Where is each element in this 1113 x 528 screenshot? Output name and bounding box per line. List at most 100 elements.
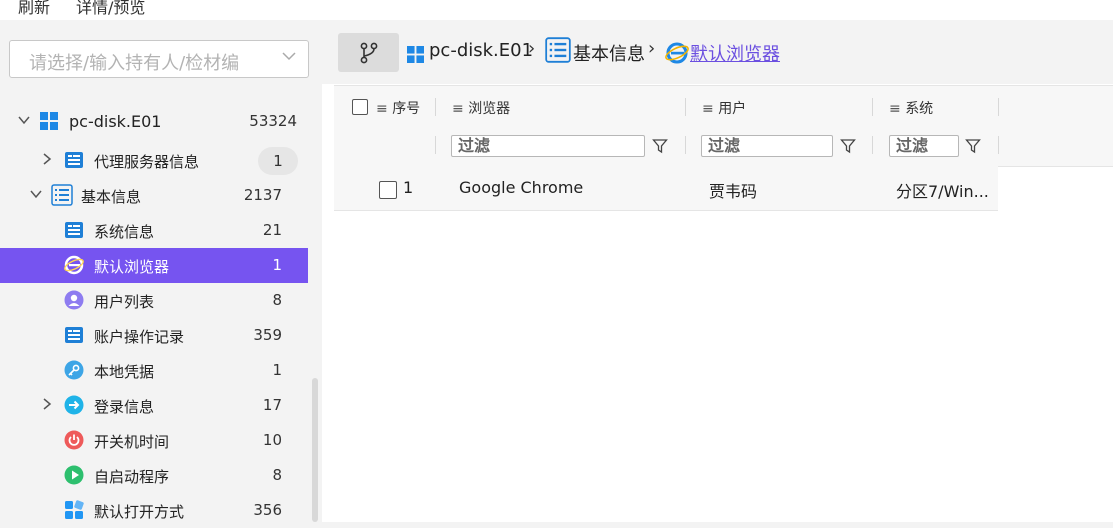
user-icon <box>64 290 84 310</box>
column-divider <box>435 136 436 154</box>
column-header-system[interactable]: ≡ 系统 <box>889 98 933 118</box>
column-header-index[interactable]: ≡ 序号 <box>376 98 420 118</box>
tree-item-label: 自启动程序 <box>94 468 170 486</box>
tree-item-label: 开关机时间 <box>94 433 170 451</box>
tree-item-label: 系统信息 <box>94 223 155 241</box>
tree-item-count: 356 <box>253 501 282 519</box>
column-divider <box>872 136 873 154</box>
play-icon <box>64 465 84 485</box>
breadcrumb-disk[interactable]: pc-disk.E01 <box>429 40 533 61</box>
tree-item-default-open[interactable]: 默认打开方式 356 <box>0 493 308 528</box>
tree-item-proxy-server[interactable]: 代理服务器信息 1 <box>0 143 308 178</box>
column-header-browser[interactable]: ≡ 浏览器 <box>452 98 510 118</box>
column-divider[interactable] <box>998 98 999 116</box>
column-divider <box>685 136 686 154</box>
top-menu-bar: 刷新 详情/预览 <box>0 0 1113 20</box>
owner-search-select[interactable]: 请选择/输入持有人/检材编 <box>9 40 309 78</box>
cell-browser: Google Chrome <box>459 178 584 197</box>
tree-item-count: 8 <box>272 466 282 484</box>
tree-item-local-credentials[interactable]: 本地凭据 1 <box>0 353 308 388</box>
apps-grid-icon <box>65 500 84 519</box>
system-filter-input[interactable]: 过滤 <box>889 135 959 157</box>
tree-item-count: 8 <box>272 291 282 309</box>
list-card-icon <box>65 222 83 238</box>
refresh-menu-item[interactable]: 刷新 <box>18 0 50 18</box>
filter-funnel-icon[interactable] <box>965 138 981 154</box>
list-card-icon <box>65 152 83 168</box>
list-icon <box>51 184 73 206</box>
list-icon <box>545 37 571 63</box>
tree-item-label: 代理服务器信息 <box>94 153 200 171</box>
data-grid: ≡ 序号 ≡ 浏览器 ≡ 用户 ≡ 系统 过滤 过滤 过滤 1 Google C… <box>334 85 1113 522</box>
select-all-checkbox[interactable] <box>352 99 368 115</box>
cell-system: 分区7/Win... <box>896 182 989 201</box>
tree-item-user-list[interactable]: 用户列表 8 <box>0 283 308 318</box>
column-divider[interactable] <box>435 98 436 116</box>
column-user-label: 用户 <box>718 101 747 117</box>
tree-item-basic-info[interactable]: 基本信息 2137 <box>0 178 308 213</box>
breadcrumb-current[interactable]: 默认浏览器 <box>690 40 780 66</box>
filter-funnel-icon[interactable] <box>840 138 856 154</box>
column-divider[interactable] <box>872 98 873 116</box>
tree-item-count: 359 <box>253 326 282 344</box>
tree-item-label: 默认浏览器 <box>94 258 170 276</box>
tree-item-count: 17 <box>262 396 282 414</box>
tree-root-count: 53324 <box>249 112 297 130</box>
column-system-label: 系统 <box>905 101 934 117</box>
column-header-user[interactable]: ≡ 用户 <box>702 98 746 118</box>
login-arrow-icon <box>64 395 84 415</box>
power-icon <box>64 430 84 450</box>
column-browser-label: 浏览器 <box>468 101 511 117</box>
table-row[interactable]: 1 Google Chrome 贾韦码 分区7/Win... <box>334 166 998 211</box>
chevron-down-icon[interactable] <box>282 51 296 61</box>
tree-item-label: 账户操作记录 <box>94 328 185 346</box>
user-filter-input[interactable]: 过滤 <box>701 135 833 157</box>
tree-item-count: 1 <box>272 361 282 379</box>
windows-icon <box>40 112 58 130</box>
list-card-icon <box>65 327 83 343</box>
breadcrumb-separator: › <box>528 38 536 59</box>
tree-item-label: 本地凭据 <box>94 363 155 381</box>
breadcrumb-separator: › <box>648 38 656 59</box>
ie-browser-icon <box>665 42 689 64</box>
tree-item-system-info[interactable]: 系统信息 21 <box>0 213 308 248</box>
tree-item-autostart[interactable]: 自启动程序 8 <box>0 458 308 493</box>
column-divider <box>998 136 999 154</box>
browser-filter-input[interactable]: 过滤 <box>451 135 645 157</box>
chevron-down-icon[interactable] <box>30 188 42 200</box>
column-divider[interactable] <box>685 98 686 116</box>
tree-item-count: 10 <box>262 431 282 449</box>
tree-item-count-badge: 1 <box>258 147 298 175</box>
tree-item-label: 基本信息 <box>81 188 142 206</box>
tree-item-default-browser[interactable]: 默认浏览器 1 <box>0 248 308 283</box>
windows-icon <box>407 46 424 63</box>
chevron-down-icon[interactable] <box>18 114 30 126</box>
tree-item-label: 登录信息 <box>94 398 155 416</box>
chevron-right-icon[interactable] <box>41 153 53 165</box>
search-placeholder: 请选择/输入持有人/检材编 <box>29 53 240 74</box>
column-index-label: 序号 <box>392 101 421 117</box>
key-icon <box>64 360 84 380</box>
cell-index: 1 <box>403 178 414 197</box>
tree-root-disk[interactable]: pc-disk.E01 53324 <box>0 104 308 139</box>
cell-user: 贾韦码 <box>709 182 758 201</box>
row-checkbox[interactable] <box>379 181 397 199</box>
branch-button[interactable] <box>338 33 399 72</box>
tree-item-count: 2137 <box>243 186 282 204</box>
tree-item-account-ops[interactable]: 账户操作记录 359 <box>0 318 308 353</box>
tree-item-count: 1 <box>272 256 282 274</box>
tree-item-count: 21 <box>262 221 282 239</box>
tree-item-label: 用户列表 <box>94 293 155 311</box>
grid-header: ≡ 序号 ≡ 浏览器 ≡ 用户 ≡ 系统 过滤 过滤 过滤 <box>334 85 1113 167</box>
tree-item-power-times[interactable]: 开关机时间 10 <box>0 423 308 458</box>
tree-item-label: 默认打开方式 <box>94 503 185 521</box>
breadcrumb-category[interactable]: 基本信息 <box>573 40 645 66</box>
right-content-panel: pc-disk.E01 › 基本信息 › 默认浏览器 ≡ 序号 ≡ 浏览器 ≡ … <box>322 20 1113 522</box>
branch-icon <box>360 42 378 64</box>
details-menu-item[interactable]: 详情/预览 <box>76 0 145 18</box>
tree-item-login-info[interactable]: 登录信息 17 <box>0 388 308 423</box>
tree-scrollbar[interactable] <box>312 378 318 522</box>
left-tree-panel: 请选择/输入持有人/检材编 pc-disk.E01 53324 代理服务器信息 … <box>0 20 322 522</box>
filter-funnel-icon[interactable] <box>652 138 668 154</box>
chevron-right-icon[interactable] <box>41 398 53 410</box>
